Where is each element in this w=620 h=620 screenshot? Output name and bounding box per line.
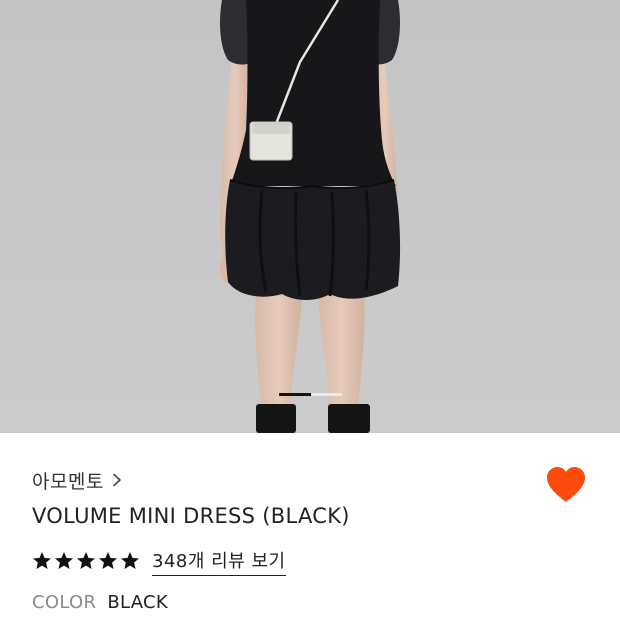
color-row: COLOR BLACK xyxy=(32,592,168,613)
product-detail-page: 아모멘토 VOLUME MINI DRESS (BLACK) 348개 리뷰 보… xyxy=(0,0,620,620)
product-title: VOLUME MINI DRESS (BLACK) xyxy=(32,504,350,528)
view-reviews-link[interactable]: 348개 리뷰 보기 xyxy=(152,547,286,576)
star-icon xyxy=(33,552,51,569)
chevron-right-icon xyxy=(113,473,121,487)
star-icon xyxy=(77,552,95,569)
star-icon xyxy=(55,552,73,569)
rating-row: 348개 리뷰 보기 xyxy=(32,546,286,576)
brand-link[interactable]: 아모멘토 xyxy=(32,466,122,494)
product-image-carousel[interactable] xyxy=(0,0,620,433)
star-rating xyxy=(32,551,140,571)
star-icon xyxy=(121,552,139,569)
color-value: BLACK xyxy=(107,592,168,613)
carousel-progress-track xyxy=(279,393,342,396)
heart-icon[interactable] xyxy=(544,463,588,507)
brand-name: 아모멘토 xyxy=(32,470,104,493)
color-label: COLOR xyxy=(32,592,97,613)
star-icon xyxy=(99,552,117,569)
carousel-progress-indicator xyxy=(279,393,311,396)
product-photo xyxy=(0,0,620,433)
